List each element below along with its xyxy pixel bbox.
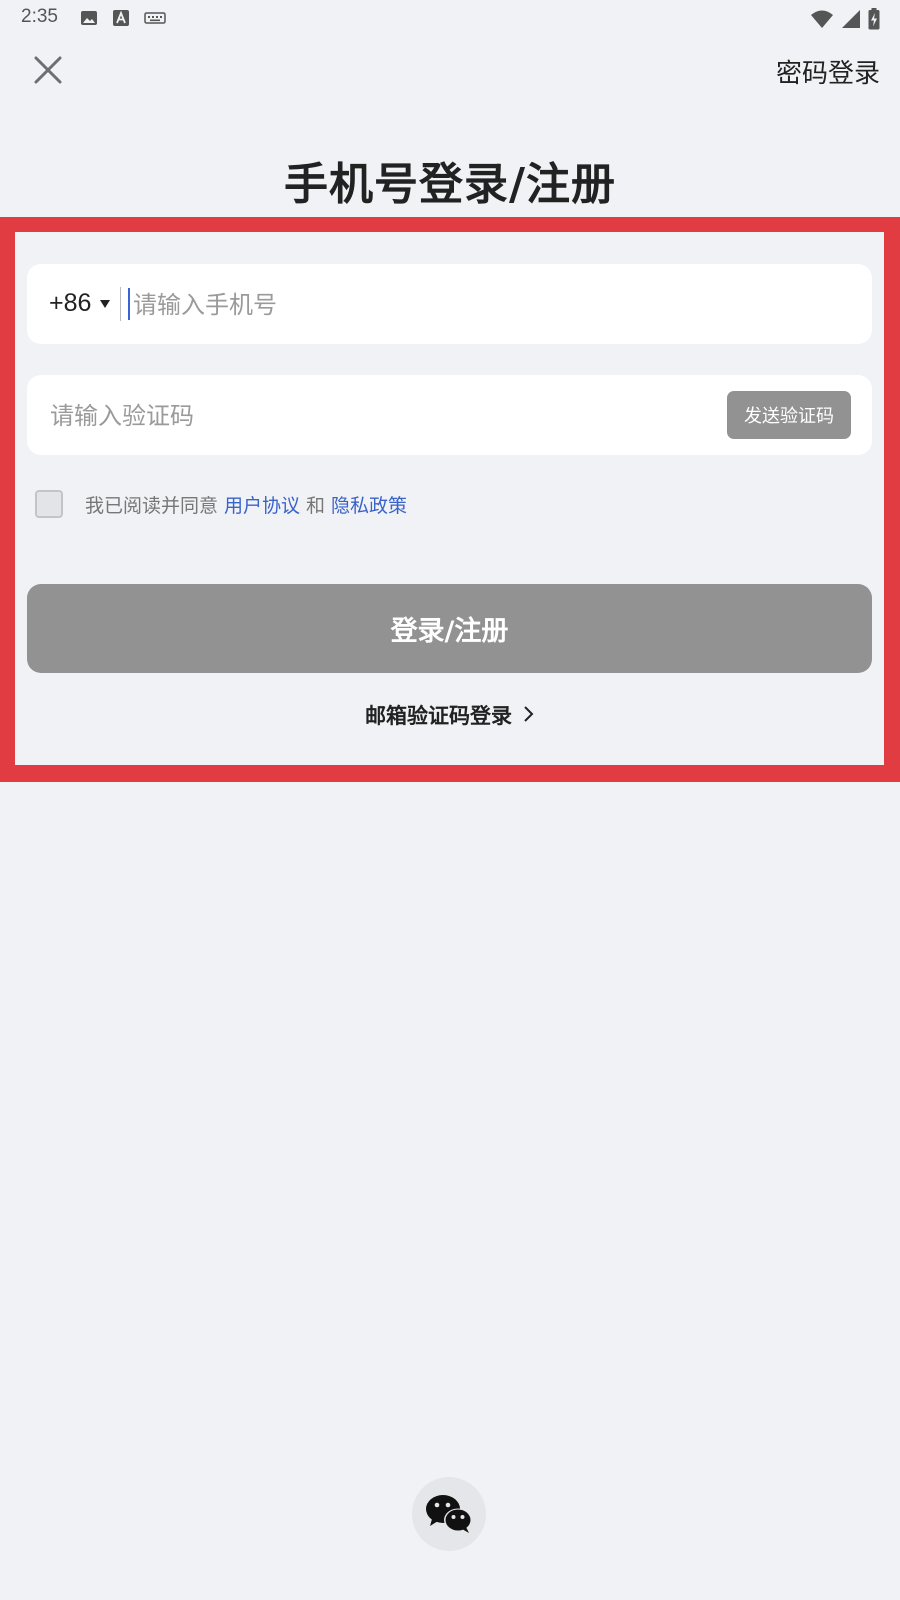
page-title: 手机号登录/注册 (283, 159, 617, 210)
email-login-label: 邮箱验证码登录 (365, 704, 512, 728)
agreement-conjunction: 和 (306, 494, 326, 517)
agreement-checkbox[interactable] (35, 490, 63, 518)
status-bar: 2:35 (0, 0, 900, 36)
wechat-login-button[interactable] (412, 1477, 486, 1551)
phone-field: +86 (27, 264, 872, 346)
country-code-selector[interactable]: +86 (49, 289, 111, 318)
agreement-prefix: 我已阅读并同意 (85, 494, 219, 517)
text-a-icon (113, 10, 129, 26)
status-right-icons (810, 8, 880, 30)
status-time: 2:35 (21, 6, 58, 27)
image-icon (81, 11, 97, 25)
caret-down-icon (100, 299, 111, 308)
wifi-icon (811, 10, 833, 28)
highlight-frame: +86 发送验证码 我已阅读并同意 用户协议 和 隐私政策 登录/注册 邮箱验证… (0, 217, 900, 782)
password-login-link[interactable]: 密码登录 (776, 53, 880, 90)
text-cursor (128, 288, 130, 320)
close-icon (34, 56, 62, 84)
chevron-right-icon (522, 704, 534, 728)
wechat-icon (426, 1495, 472, 1533)
keyboard-icon (144, 12, 166, 24)
login-form: +86 发送验证码 我已阅读并同意 用户协议 和 隐私政策 登录/注册 邮箱验证… (15, 232, 884, 765)
user-agreement-link[interactable]: 用户协议 (224, 491, 300, 518)
status-left-icons (80, 9, 166, 27)
country-code-label: +86 (49, 289, 92, 317)
agreement-row: 我已阅读并同意 用户协议 和 隐私政策 (35, 490, 413, 518)
battery-charging-icon (868, 8, 880, 30)
signal-icon (842, 10, 860, 28)
field-divider (120, 287, 121, 321)
send-code-button[interactable]: 发送验证码 (727, 391, 851, 439)
phone-input[interactable] (131, 264, 835, 346)
verification-code-input[interactable] (48, 375, 672, 457)
code-field: 发送验证码 (27, 375, 872, 457)
close-button[interactable] (28, 50, 68, 90)
email-login-link[interactable]: 邮箱验证码登录 (15, 700, 884, 730)
privacy-policy-link[interactable]: 隐私政策 (331, 491, 407, 518)
login-register-button[interactable]: 登录/注册 (27, 584, 872, 673)
